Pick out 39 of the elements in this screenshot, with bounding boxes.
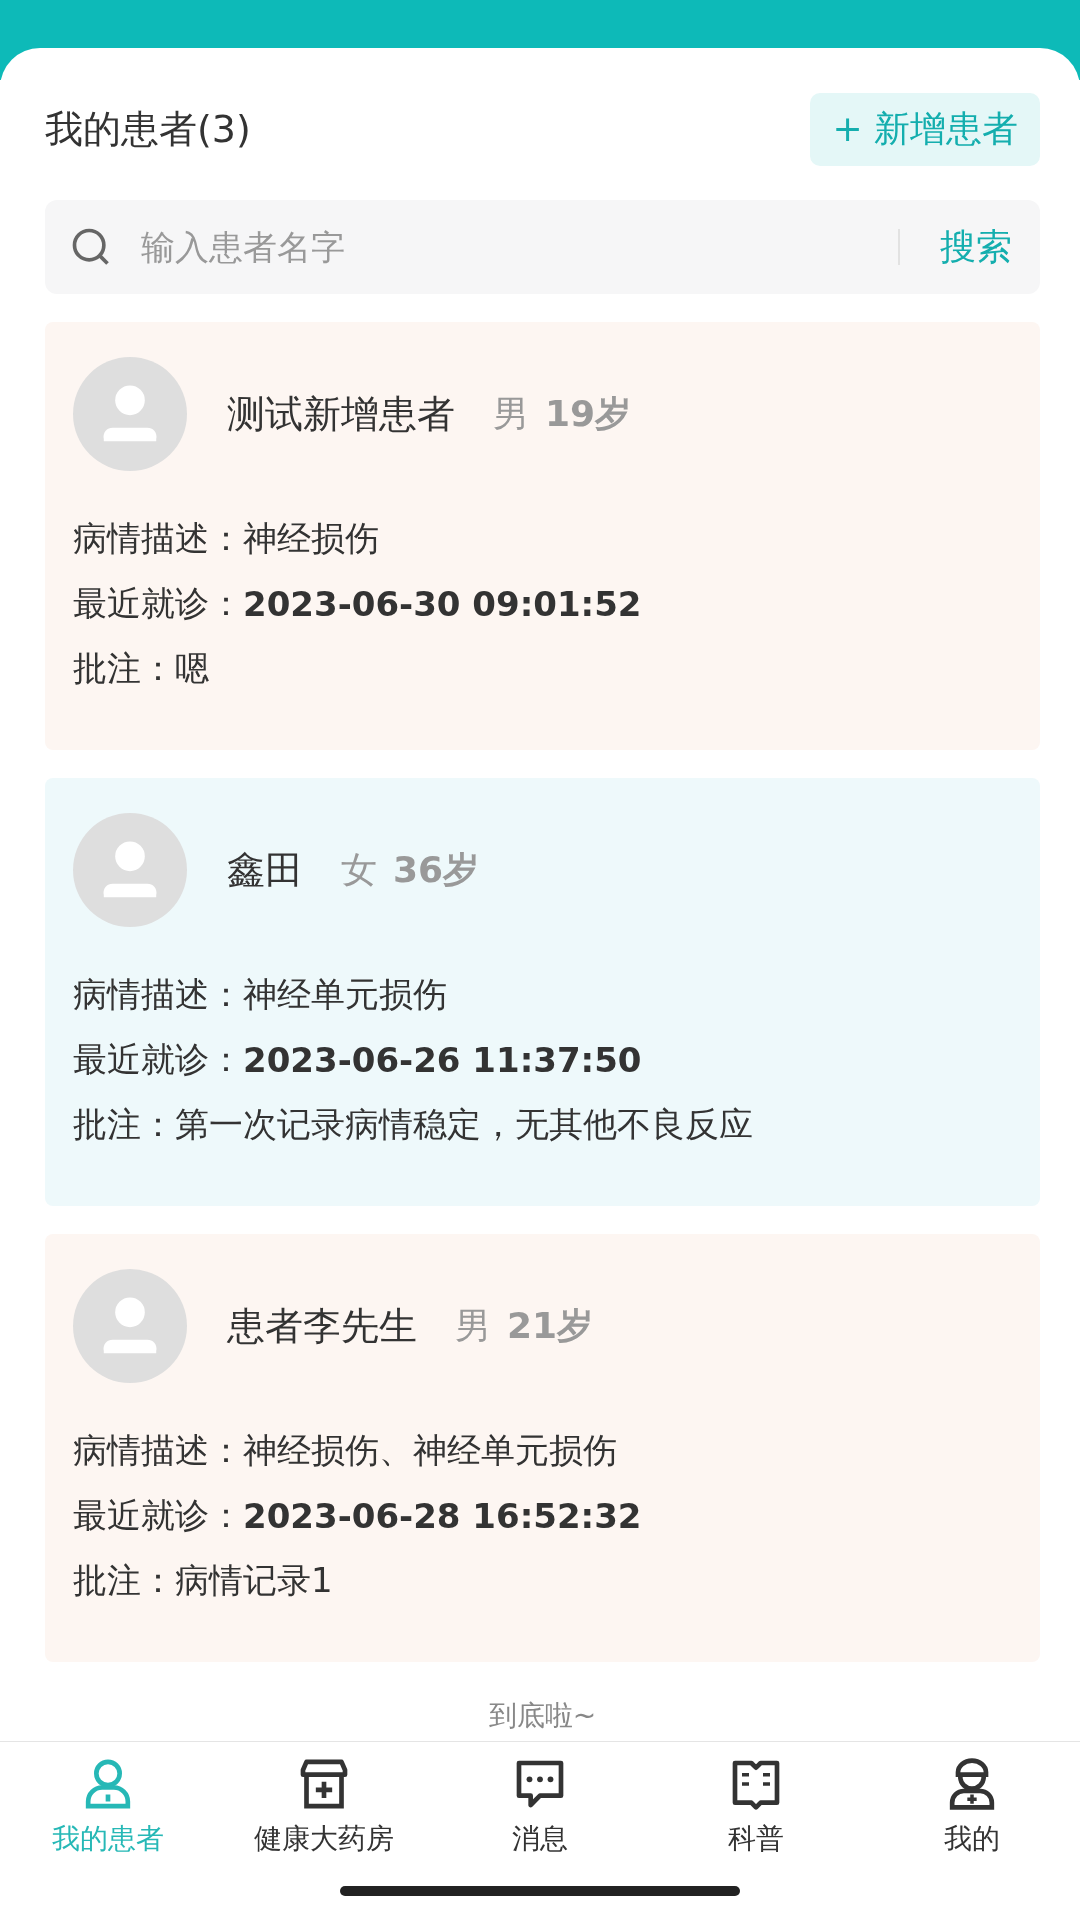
condition-label: 病情描述： <box>73 972 243 1016</box>
patient-age: 36岁 <box>393 847 480 892</box>
patient-card[interactable]: 鑫田 女 36岁 病情描述：神经单元损伤 最近就诊：2023-06-26 11:37:50 批注：第一次记录病情稳定，无其他不良反应 <box>45 778 1040 1206</box>
avatar-icon <box>73 357 187 471</box>
condition-label: 病情描述： <box>73 1428 243 1472</box>
condition-text: 神经损伤 <box>243 516 379 560</box>
condition-label: 病情描述： <box>73 516 243 560</box>
note-label: 批注： <box>73 646 175 690</box>
nav-tab[interactable]: 我的 <box>864 1742 1080 1870</box>
note-text: 嗯 <box>175 646 209 690</box>
patient-gender: 男 <box>493 391 529 436</box>
note-text: 第一次记录病情稳定，无其他不良反应 <box>175 1102 753 1146</box>
condition-text: 神经损伤、神经单元损伤 <box>243 1428 617 1472</box>
patient-card[interactable]: 患者李先生 男 21岁 病情描述：神经损伤、神经单元损伤 最近就诊：2023-06-28 16:52:32 批注：病情记录1 <box>45 1234 1040 1662</box>
patient-name: 测试新增患者 <box>227 390 455 438</box>
patient-name: 鑫田 <box>227 846 303 894</box>
nav-tab[interactable]: 健康大药房 <box>216 1742 432 1870</box>
nav-tab[interactable]: 科普 <box>648 1742 864 1870</box>
visit-label: 最近就诊： <box>73 581 243 625</box>
patient-name: 患者李先生 <box>227 1302 417 1350</box>
patient-gender: 男 <box>455 1303 491 1348</box>
visit-label: 最近就诊： <box>73 1037 243 1081</box>
nav-tab[interactable]: 消息 <box>432 1742 648 1870</box>
avatar-icon <box>73 813 187 927</box>
visit-time: 2023-06-26 11:37:50 <box>243 1039 642 1080</box>
patient-age: 21岁 <box>507 1303 594 1348</box>
visit-time: 2023-06-28 16:52:32 <box>243 1495 642 1536</box>
condition-text: 神经单元损伤 <box>243 972 447 1016</box>
end-of-list-text: 到底啦~ <box>488 1699 597 1732</box>
avatar-icon <box>73 1269 187 1383</box>
note-text: 病情记录1 <box>175 1558 333 1602</box>
page-title: 我的患者(3) <box>45 105 251 153</box>
note-label: 批注： <box>73 1558 175 1602</box>
patient-card[interactable]: 测试新增患者 男 19岁 病情描述：神经损伤 最近就诊：2023-06-30 09:01:52 批注：嗯 <box>45 322 1040 750</box>
patient-gender: 女 <box>341 847 377 892</box>
note-label: 批注： <box>73 1102 175 1146</box>
visit-label: 最近就诊： <box>73 1493 243 1537</box>
visit-time: 2023-06-30 09:01:52 <box>243 583 642 624</box>
patient-age: 19岁 <box>545 391 632 436</box>
